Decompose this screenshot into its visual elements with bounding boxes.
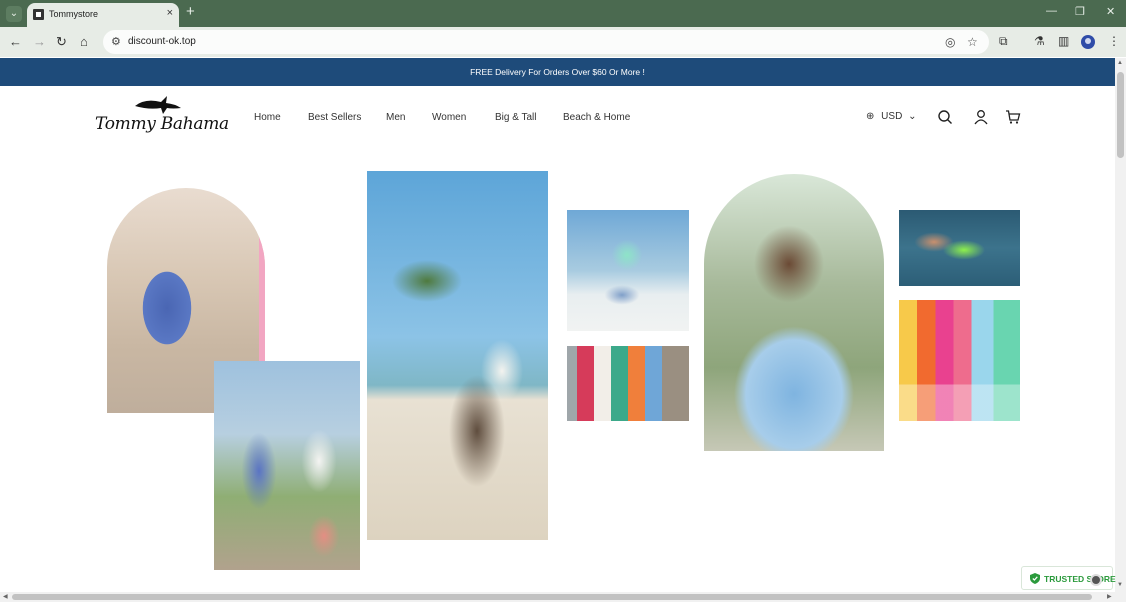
tab-title: Tommystore	[49, 9, 99, 19]
nav-home[interactable]: Home	[254, 112, 281, 123]
back-icon[interactable]: ←	[9, 34, 22, 50]
profile-avatar-icon[interactable]	[1081, 35, 1095, 49]
scroll-down-icon[interactable]: ▼	[1117, 582, 1123, 588]
vertical-scrollbar[interactable]: ▲ ▼	[1115, 58, 1126, 592]
hero-image-man-palm-tree[interactable]	[367, 171, 548, 540]
currency-label: USD	[881, 111, 903, 122]
menu-kebab-icon[interactable]: ⋮	[1108, 34, 1120, 48]
globe-icon: ⊕	[866, 111, 875, 122]
browser-toolbar: ← → ↻ ⌂ ⚙ discount-ok.top ◎ ☆	[0, 27, 1126, 57]
hero-image-shirts-stack[interactable]	[899, 300, 1020, 421]
hero-image-towels[interactable]	[567, 346, 689, 421]
cart-icon[interactable]	[1005, 109, 1021, 125]
side-panel-icon[interactable]: ▥	[1058, 34, 1069, 48]
scroll-right-icon[interactable]: ▶	[1107, 593, 1112, 600]
shield-check-icon	[1030, 573, 1040, 584]
nav-big-tall[interactable]: Big & Tall	[495, 112, 537, 123]
nav-women[interactable]: Women	[432, 112, 466, 123]
address-bar[interactable]: ⚙ discount-ok.top ◎ ☆	[103, 30, 989, 54]
minimize-icon[interactable]: —	[1046, 5, 1057, 17]
hero-image-man-float[interactable]	[899, 210, 1020, 286]
announcement-bar: FREE Delivery For Orders Over $60 Or Mor…	[0, 58, 1115, 86]
account-icon[interactable]	[973, 109, 989, 125]
hero-image-man-floral-shirt[interactable]	[704, 174, 884, 451]
window-close-icon[interactable]: ✕	[1106, 5, 1115, 18]
hero-image-couple[interactable]	[214, 361, 360, 570]
scroll-up-icon[interactable]: ▲	[1117, 60, 1123, 66]
tab-close-icon[interactable]: ×	[167, 7, 173, 19]
horizontal-scroll-thumb[interactable]	[12, 594, 1092, 600]
tab-search-button[interactable]: ⌄	[6, 6, 22, 22]
badge-toggle-icon[interactable]	[1090, 574, 1102, 586]
extensions-icon[interactable]: ⧉	[999, 34, 1008, 49]
nav-beach-home[interactable]: Beach & Home	[563, 112, 630, 123]
browser-tab-bar: ⌄ Tommystore × + — ❐ ✕	[0, 0, 1126, 27]
forward-icon[interactable]: →	[33, 34, 46, 50]
nav-men[interactable]: Men	[386, 112, 405, 123]
logo-wordmark: Tommy Bahama	[95, 114, 229, 134]
favicon-icon	[33, 9, 44, 20]
trusted-store-badge[interactable]: TRUSTED STORE	[1021, 566, 1116, 590]
site-info-icon[interactable]: ⚙	[111, 35, 121, 48]
restore-icon[interactable]: ❐	[1075, 5, 1085, 18]
chevron-down-icon: ⌄	[908, 111, 917, 122]
scroll-left-icon[interactable]: ◀	[3, 593, 8, 600]
marlin-logo-icon	[135, 96, 181, 114]
nav-best-sellers[interactable]: Best Sellers	[308, 112, 361, 123]
url-text[interactable]: discount-ok.top	[128, 36, 196, 47]
horizontal-scrollbar[interactable]: ◀ ▶	[0, 592, 1126, 602]
eye-off-icon[interactable]: ◎	[945, 35, 955, 49]
vertical-scroll-thumb[interactable]	[1117, 72, 1124, 158]
currency-selector[interactable]: ⊕ USD ⌄	[866, 111, 916, 122]
reload-icon[interactable]: ↻	[56, 34, 67, 50]
home-icon[interactable]: ⌂	[80, 34, 88, 50]
trusted-store-label: TRUSTED STORE	[1044, 574, 1116, 584]
browser-tab[interactable]: Tommystore ×	[27, 3, 179, 27]
labs-icon[interactable]: ⚗	[1034, 34, 1045, 48]
brand-logo[interactable]: Tommy Bahama	[95, 94, 229, 144]
new-tab-button[interactable]: +	[186, 4, 195, 20]
hero-image-man-boat[interactable]	[567, 210, 689, 331]
search-icon[interactable]	[937, 109, 953, 125]
bookmark-star-icon[interactable]: ☆	[967, 35, 978, 49]
site-header: Tommy Bahama Home Best Sellers Men Women…	[0, 86, 1115, 152]
